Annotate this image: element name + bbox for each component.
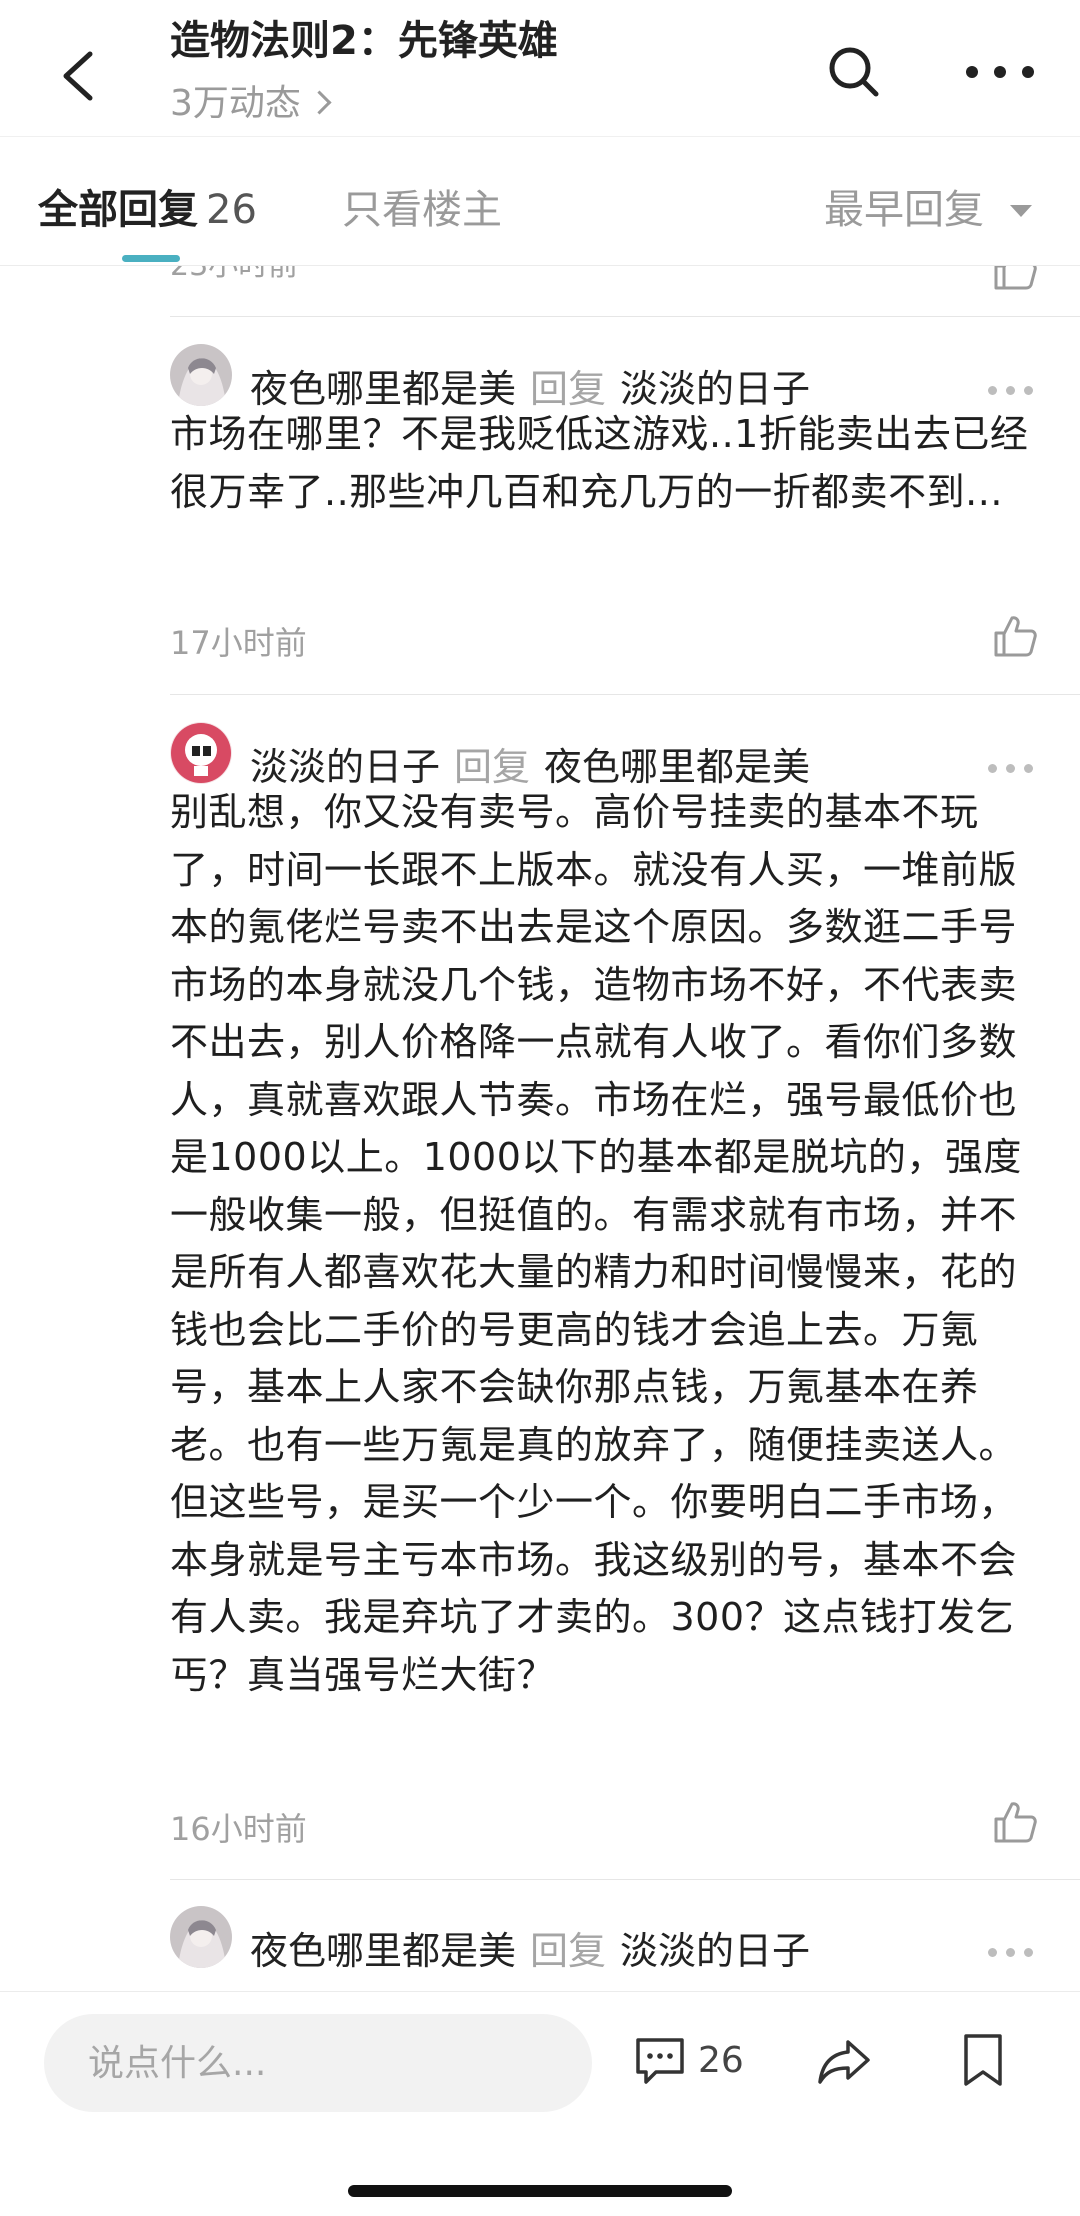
divider	[170, 1879, 1080, 1880]
more-dot-icon	[988, 386, 997, 395]
reply-more-button[interactable]	[988, 386, 1038, 398]
caret-down-icon	[1010, 205, 1032, 217]
like-button[interactable]	[992, 613, 1038, 659]
thumbs-up-icon	[994, 266, 1037, 290]
more-options-button[interactable]	[966, 52, 1038, 92]
more-dot-icon	[966, 66, 978, 78]
divider	[170, 316, 1080, 317]
more-dot-icon	[994, 66, 1006, 78]
reply-keyword: 回复	[530, 367, 607, 411]
avatar-image	[170, 1906, 232, 1968]
reply-time: 23小时前	[170, 266, 298, 284]
comment-count: 26	[698, 2040, 744, 2081]
comment-input[interactable]	[44, 2014, 592, 2112]
reply-time: 17小时前	[170, 624, 307, 662]
chevron-left-icon	[63, 51, 93, 101]
reply-list[interactable]: 23小时前 夜色哪里都是美回复淡淡的日子 市场在哪里？不是我贬低这游戏..1折能…	[0, 266, 1080, 1990]
more-dot-icon	[1006, 386, 1015, 395]
tab-owner-only[interactable]: 只看楼主	[342, 177, 502, 235]
dynamics-count-link[interactable]: 3万动态	[170, 74, 332, 126]
reply-keyword: 回复	[454, 745, 531, 789]
avatar-image	[170, 344, 232, 406]
reply-target-name[interactable]: 淡淡的日子	[620, 367, 810, 411]
more-dot-icon	[1024, 1948, 1033, 1957]
tab-all-replies[interactable]: 全部回复 26	[38, 177, 257, 235]
author-name[interactable]: 夜色哪里都是美	[250, 367, 516, 411]
top-nav-bar: 造物法则2：先锋英雄 3万动态	[0, 0, 1080, 137]
home-indicator[interactable]	[348, 2185, 732, 2197]
divider	[170, 694, 1080, 695]
more-dot-icon	[1024, 386, 1033, 395]
reply-header: 夜色哪里都是美 回复 淡淡的日子	[250, 358, 810, 413]
reply-more-button[interactable]	[988, 1948, 1038, 1960]
reply-time: 16小时前	[170, 1810, 307, 1848]
back-button[interactable]	[52, 40, 112, 112]
like-button[interactable]	[992, 266, 1038, 296]
author-name[interactable]: 淡淡的日子	[250, 745, 440, 789]
avatar[interactable]	[170, 722, 232, 784]
sort-dropdown[interactable]: 最早回复	[824, 177, 1032, 235]
more-dot-icon	[1022, 66, 1034, 78]
reply-filter-tabs: 全部回复 26 只看楼主 最早回复	[0, 137, 1080, 266]
reply-more-button[interactable]	[988, 764, 1038, 776]
share-button[interactable]	[814, 2032, 874, 2092]
search-button[interactable]	[822, 40, 886, 104]
thumbs-up-icon	[994, 616, 1037, 657]
avatar[interactable]	[170, 1906, 232, 1968]
share-arrow-icon	[818, 2040, 870, 2084]
comment-bubble-icon	[636, 2038, 684, 2084]
author-name[interactable]: 夜色哪里都是美	[250, 1929, 516, 1973]
comments-button[interactable]: 26	[632, 2032, 752, 2092]
tab-all-count: 26	[206, 187, 257, 233]
more-dot-icon	[1024, 764, 1033, 773]
tab-all-label: 全部回复	[38, 187, 198, 233]
chevron-right-icon	[307, 90, 332, 115]
page-title: 造物法则2：先锋英雄	[170, 18, 558, 64]
reply-header: 淡淡的日子 回复 夜色哪里都是美	[250, 736, 810, 791]
reply-target-name[interactable]: 夜色哪里都是美	[544, 745, 810, 789]
like-button[interactable]	[992, 1799, 1038, 1845]
active-tab-indicator	[122, 255, 180, 262]
reply-text: 市场在哪里？不是我贬低这游戏..1折能卖出去已经很万幸了..那些冲几百和充几万的…	[170, 412, 1029, 514]
more-dot-icon	[1006, 1948, 1015, 1957]
reply-target-name[interactable]: 淡淡的日子	[620, 1929, 810, 1973]
reply-text: 别乱想，你又没有卖号。高价号挂卖的基本不玩了，时间一长跟不上版本。就没有人买，一…	[170, 790, 1022, 1697]
bottom-action-bar: 26	[0, 1991, 1080, 2216]
reply-header: 夜色哪里都是美 回复 淡淡的日子	[250, 1920, 810, 1975]
sort-label: 最早回复	[824, 187, 984, 233]
dynamics-count-label: 3万动态	[170, 83, 301, 124]
avatar-image	[170, 722, 232, 784]
more-dot-icon	[988, 1948, 997, 1957]
bookmark-button[interactable]	[958, 2030, 1008, 2092]
more-dot-icon	[988, 764, 997, 773]
reply-keyword: 回复	[530, 1929, 607, 1973]
search-icon	[829, 47, 879, 97]
bookmark-icon	[964, 2034, 1002, 2086]
more-dot-icon	[1006, 764, 1015, 773]
avatar[interactable]	[170, 344, 232, 406]
thumbs-up-icon	[994, 1802, 1037, 1843]
